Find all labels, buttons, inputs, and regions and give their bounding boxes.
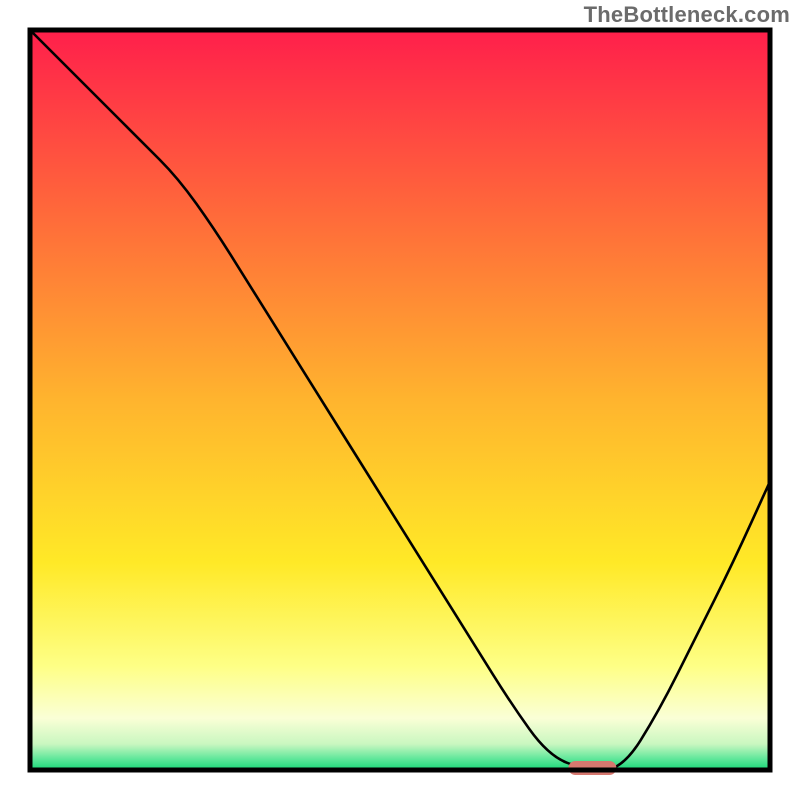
bottleneck-chart (0, 0, 800, 800)
chart-stage: TheBottleneck.com (0, 0, 800, 800)
